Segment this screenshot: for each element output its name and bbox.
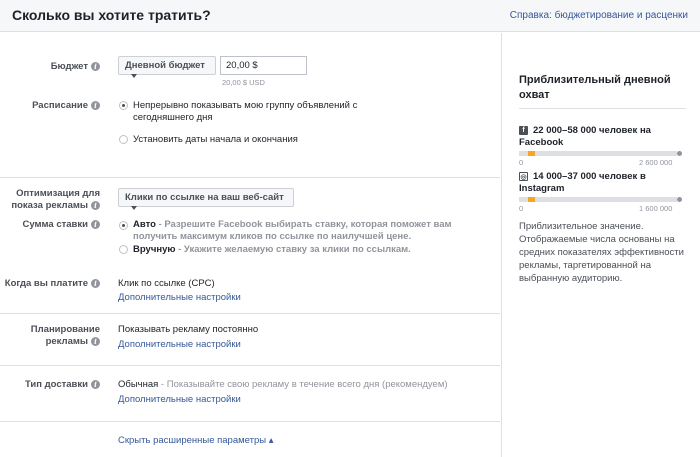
budget-amount-hint: 20,00 $ USD [222, 78, 265, 87]
optimization-label: Оптимизация для показа рекламы i [11, 188, 100, 211]
bid-manual-title: Вручную [133, 244, 176, 255]
reach-title: Приблизительный дневной охват [519, 74, 671, 101]
bid-auto-title: Авто [133, 219, 156, 230]
info-icon[interactable]: i [91, 279, 100, 288]
info-icon[interactable]: i [91, 62, 100, 71]
hide-advanced-link[interactable]: Скрыть расширенные параметры ▴ [118, 435, 274, 446]
bid-manual-option[interactable]: Вручную - Укажите желаемую ставку за кли… [133, 244, 453, 256]
optimization-dropdown[interactable]: Клики по ссылке на ваш веб-сайт [118, 188, 294, 210]
bid-auto-option[interactable]: Авто - Разрешите Facebook выбирать ставк… [133, 219, 453, 243]
facebook-scale-min: 0 [519, 158, 524, 167]
schedule-continuous-label[interactable]: Непрерывно показывать мою группу объявле… [133, 100, 373, 124]
chevron-down-icon [131, 74, 137, 78]
budget-label: Бюджет i [0, 61, 100, 73]
info-icon[interactable]: i [91, 220, 100, 229]
optimization-value: Клики по ссылке на ваш веб-сайт [125, 192, 284, 203]
instagram-reach-fill [528, 197, 535, 202]
chevron-down-icon [131, 206, 137, 210]
delivery-advanced-link[interactable]: Дополнительные настройки [118, 394, 241, 405]
instagram-reach-text: 14 000–37 000 человек в Instagram [519, 171, 646, 194]
budget-type-dropdown[interactable]: Дневной бюджет [118, 56, 216, 78]
ad-scheduling-label: Планирование рекламы i [30, 324, 100, 347]
bid-label: Сумма ставки i [0, 219, 100, 231]
ad-scheduling-advanced-link[interactable]: Дополнительные настройки [118, 339, 241, 350]
help-link[interactable]: Справка: бюджетирование и расценки [510, 10, 688, 21]
budget-form: Бюджет i Дневной бюджет 20,00 $ 20,00 $ U… [0, 33, 500, 457]
delivery-value: Обычная - Показывайте свою рекламу в теч… [118, 379, 448, 391]
info-icon[interactable]: i [91, 101, 100, 110]
bid-manual-radio[interactable] [119, 245, 128, 254]
reach-panel: Приблизительный дневной охват f 22 000–5… [501, 33, 700, 457]
section-divider [0, 313, 500, 314]
facebook-scale-max: 2 600 000 [639, 158, 673, 167]
delivery-label: Тип доставки i [0, 379, 100, 391]
delivery-value-bold: Обычная [118, 379, 159, 390]
instagram-reach-bar-end [677, 197, 682, 202]
budget-amount-input[interactable]: 20,00 $ [220, 56, 307, 75]
instagram-reach-bar [519, 197, 677, 202]
bid-auto-desc: - Разрешите Facebook выбирать ставку, ко… [133, 219, 452, 242]
when-pay-label: Когда вы платите i [0, 278, 100, 290]
bid-auto-radio[interactable] [119, 221, 128, 230]
reach-divider [519, 108, 686, 109]
facebook-reach-bar-end [677, 151, 682, 156]
delivery-value-desc: - Показывайте свою рекламу в течение все… [158, 379, 448, 390]
ad-scheduling-value: Показывать рекламу постоянно [118, 324, 259, 335]
schedule-dates-radio[interactable] [119, 135, 128, 144]
reach-note: Приблизительное значение. Отображаемые ч… [519, 221, 684, 284]
info-icon[interactable]: i [91, 201, 100, 210]
section-divider [0, 421, 500, 422]
instagram-scale-max: 1 600 000 [639, 204, 673, 213]
section-divider [0, 177, 500, 178]
budget-type-value: Дневной бюджет [125, 60, 205, 71]
instagram-scale-min: 0 [519, 204, 524, 213]
facebook-reach-fill [528, 151, 535, 156]
section-divider [0, 365, 500, 366]
when-pay-advanced-link[interactable]: Дополнительные настройки [118, 292, 241, 303]
facebook-reach-text: 22 000–58 000 человек на Facebook [519, 125, 651, 148]
page-header: Сколько вы хотите тратить? Справка: бюдж… [0, 0, 700, 32]
schedule-label: Расписание i [0, 100, 100, 112]
schedule-dates-label[interactable]: Установить даты начала и окончания [133, 134, 298, 146]
facebook-reach-bar [519, 151, 677, 156]
info-icon[interactable]: i [91, 380, 100, 389]
bid-manual-desc: - Укажите желаемую ставку за клики по сс… [175, 244, 411, 255]
schedule-continuous-radio[interactable] [119, 101, 128, 110]
when-pay-value: Клик по ссылке (CPC) [118, 278, 215, 289]
page-title: Сколько вы хотите тратить? [12, 7, 211, 23]
info-icon[interactable]: i [91, 337, 100, 346]
